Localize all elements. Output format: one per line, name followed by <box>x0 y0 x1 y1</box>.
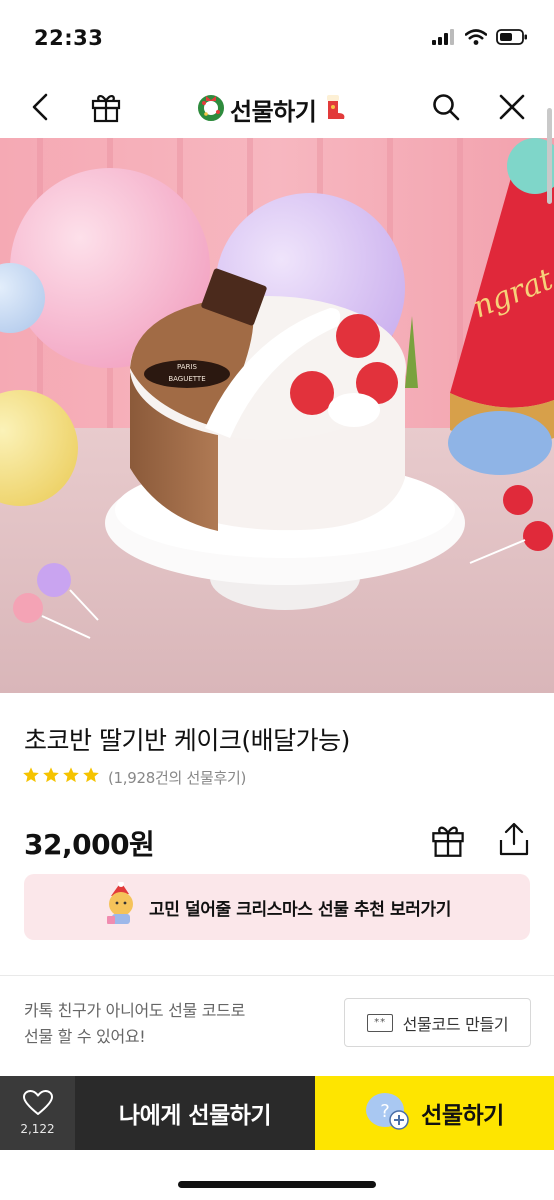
gift-code-icon: ** <box>366 1013 393 1032</box>
section-divider <box>0 975 554 976</box>
bottom-action-bar: 2,122 나에게 선물하기 ? 선물하기 <box>0 1076 554 1150</box>
battery-icon <box>496 29 528 49</box>
send-gift-label: 선물하기 <box>421 1103 504 1129</box>
christmas-recommendation-banner[interactable]: 고민 덜어줄 크리스마스 선물 추천 보러가기 <box>24 874 530 940</box>
star-icon <box>82 766 100 788</box>
search-button[interactable] <box>424 87 468 131</box>
heart-icon <box>22 1090 53 1120</box>
star-icon <box>62 766 80 788</box>
status-icons <box>432 29 528 49</box>
search-icon <box>432 93 460 125</box>
gift-box-icon <box>430 822 466 862</box>
send-gift-button[interactable]: ? 선물하기 <box>315 1076 554 1150</box>
rating-row[interactable]: (1,928건의 선물후기) <box>22 766 246 788</box>
banner-text: 고민 덜어줄 크리스마스 선물 추천 보러가기 <box>149 899 451 920</box>
like-button[interactable]: 2,122 <box>0 1076 75 1150</box>
star-icon <box>22 766 40 788</box>
gift-to-self-button[interactable]: 나에게 선물하기 <box>75 1076 315 1150</box>
gift-wishlist-button[interactable] <box>428 822 468 862</box>
svg-text:?: ? <box>380 1101 390 1122</box>
product-image[interactable]: ngrat PARIS BAGUETTE <box>0 138 554 693</box>
share-icon <box>497 822 531 862</box>
brand-plaque-line1: PARIS <box>177 363 197 371</box>
create-gift-code-label: 선물코드 만들기 <box>402 1014 509 1034</box>
nav-title: 선물하기 <box>196 89 348 129</box>
product-title: 초코반 딸기반 케이크(배달가능) <box>24 726 350 755</box>
wreath-icon <box>196 92 226 126</box>
cake-illustration: ngrat PARIS BAGUETTE <box>0 138 554 693</box>
close-icon <box>499 94 525 124</box>
home-indicator[interactable] <box>178 1181 376 1188</box>
status-time: 22:33 <box>34 26 104 50</box>
gift-code-description: 카톡 친구가 아니어도 선물 코드로 선물 할 수 있어요! <box>24 998 245 1050</box>
nav-bar: 선물하기 <box>0 80 554 138</box>
gift-code-description-line1: 카톡 친구가 아니어도 선물 코드로 <box>24 1001 246 1020</box>
wifi-icon <box>464 29 488 49</box>
back-arrow-icon <box>30 93 52 125</box>
like-count: 2,122 <box>20 1122 55 1136</box>
gift-box-icon <box>90 91 122 127</box>
friend-add-icon: ? <box>365 1091 411 1135</box>
brand-plaque-line2: BAGUETTE <box>168 375 205 383</box>
home-indicator-area <box>0 1150 554 1200</box>
create-gift-code-button[interactable]: ** 선물코드 만들기 <box>344 998 531 1047</box>
gift-box-button[interactable] <box>84 87 128 131</box>
cellular-signal-icon <box>432 29 456 49</box>
kakao-character-icon <box>103 881 141 932</box>
star-icon <box>42 766 60 788</box>
back-button[interactable] <box>19 87 63 131</box>
scroll-indicator <box>547 108 552 204</box>
gift-code-description-line2: 선물 할 수 있어요! <box>24 1027 146 1046</box>
share-button[interactable] <box>494 822 534 862</box>
status-bar: 22:33 <box>0 0 554 80</box>
review-count[interactable]: (1,928건의 선물후기) <box>108 767 246 788</box>
nav-title-text: 선물하기 <box>230 97 317 126</box>
santa-boot-icon <box>320 91 348 127</box>
close-button[interactable] <box>490 87 534 131</box>
product-price: 32,000원 <box>24 828 155 861</box>
